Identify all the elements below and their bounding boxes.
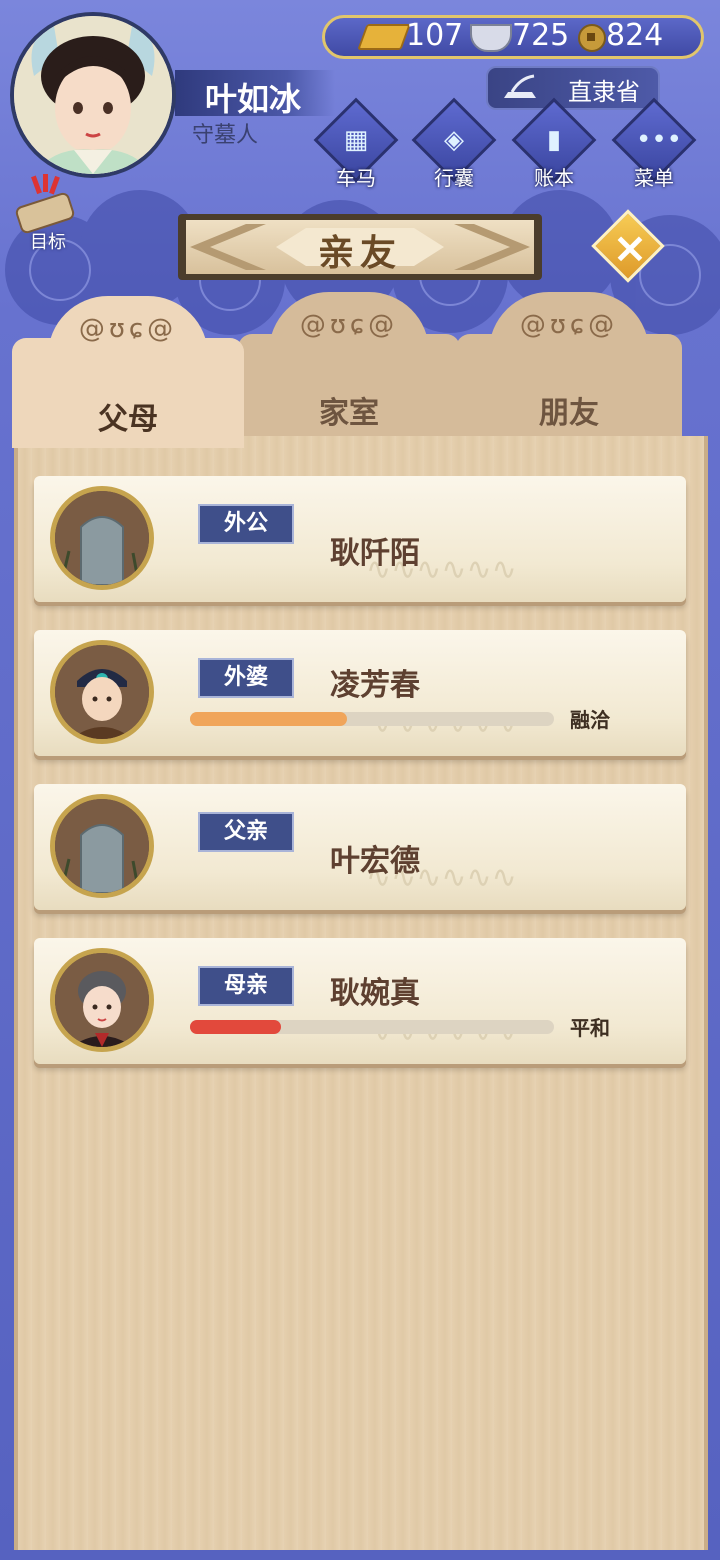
relative-name: 凌芳春 xyxy=(330,668,420,703)
location-icon xyxy=(504,74,536,98)
affinity-bar xyxy=(190,712,554,726)
swirl-ornament-icon: @ʊɕ@ xyxy=(78,314,178,344)
bag-button[interactable]: ◈ 行囊 xyxy=(411,97,497,190)
relation-tag: 外婆 xyxy=(198,658,294,698)
goal-label: 目标 xyxy=(30,232,66,253)
tombstone-portrait xyxy=(50,486,154,590)
elder-woman-portrait xyxy=(50,640,154,744)
relative-card[interactable]: ∿∿∿∿∿∿ 父亲 叶宏德 xyxy=(34,784,686,910)
ledger-button[interactable]: ▮ 账本 xyxy=(511,97,597,190)
tab-friends-label: 朋友 xyxy=(539,396,599,431)
relative-name: 叶宏德 xyxy=(330,844,420,879)
page-title: 亲友 xyxy=(317,233,402,274)
relative-card[interactable]: ∿∿∿∿∿∿ 母亲 耿婉真 平和 xyxy=(34,938,686,1064)
close-icon: × xyxy=(612,223,648,272)
woman-portrait xyxy=(50,948,154,1052)
copper-coin-icon xyxy=(578,24,606,52)
tombstone-portrait xyxy=(50,794,154,898)
swirl-ornament-icon: @ʊɕ@ xyxy=(519,310,619,340)
player-title: 守墓人 xyxy=(192,123,259,148)
affinity-fill xyxy=(190,712,347,726)
affinity-bar xyxy=(190,1020,554,1034)
relative-name: 耿婉真 xyxy=(330,976,420,1011)
tab-parents-label: 父母 xyxy=(98,402,158,437)
carriage-icon: ▦ xyxy=(343,125,369,155)
relation-tag: 母亲 xyxy=(198,966,294,1006)
coin-amount: 824 xyxy=(606,18,664,53)
relative-card[interactable]: ∿∿∿∿∿∿ 外婆 凌芳春 融洽 xyxy=(34,630,686,756)
player-name: 叶如冰 xyxy=(205,80,302,118)
tab-parents[interactable]: @ʊɕ@ 父母 xyxy=(12,296,244,448)
menu-button[interactable]: ••• 菜单 xyxy=(611,97,697,190)
ledger-icon: ▮ xyxy=(546,125,562,155)
affinity-fill xyxy=(190,1020,281,1034)
gold-amount: 107 xyxy=(406,18,464,53)
bag-label: 行囊 xyxy=(434,166,474,190)
swirl-ornament-icon: @ʊɕ@ xyxy=(299,310,399,340)
relative-card[interactable]: ∿∿∿∿∿∿ 外公 耿阡陌 xyxy=(34,476,686,602)
player-avatar[interactable] xyxy=(10,12,176,178)
tab-friends[interactable]: @ʊɕ@ 朋友 xyxy=(456,292,682,442)
ledger-label: 账本 xyxy=(534,166,574,190)
carriage-button[interactable]: ▦ 车马 xyxy=(313,97,399,190)
relative-name: 耿阡陌 xyxy=(330,536,420,571)
tab-family-label: 家室 xyxy=(319,396,379,431)
relation-tag: 父亲 xyxy=(198,812,294,852)
more-icon: ••• xyxy=(636,125,683,155)
silver-amount: 725 xyxy=(512,18,570,53)
affinity-status: 平和 xyxy=(570,1016,610,1040)
bag-icon: ◈ xyxy=(444,125,464,155)
carriage-label: 车马 xyxy=(336,166,376,190)
relation-tag: 外公 xyxy=(198,504,294,544)
affinity-status: 融洽 xyxy=(570,708,610,732)
location-name: 直隶省 xyxy=(568,78,640,106)
tab-family[interactable]: @ʊɕ@ 家室 xyxy=(238,292,460,442)
menu-label: 菜单 xyxy=(634,166,674,190)
